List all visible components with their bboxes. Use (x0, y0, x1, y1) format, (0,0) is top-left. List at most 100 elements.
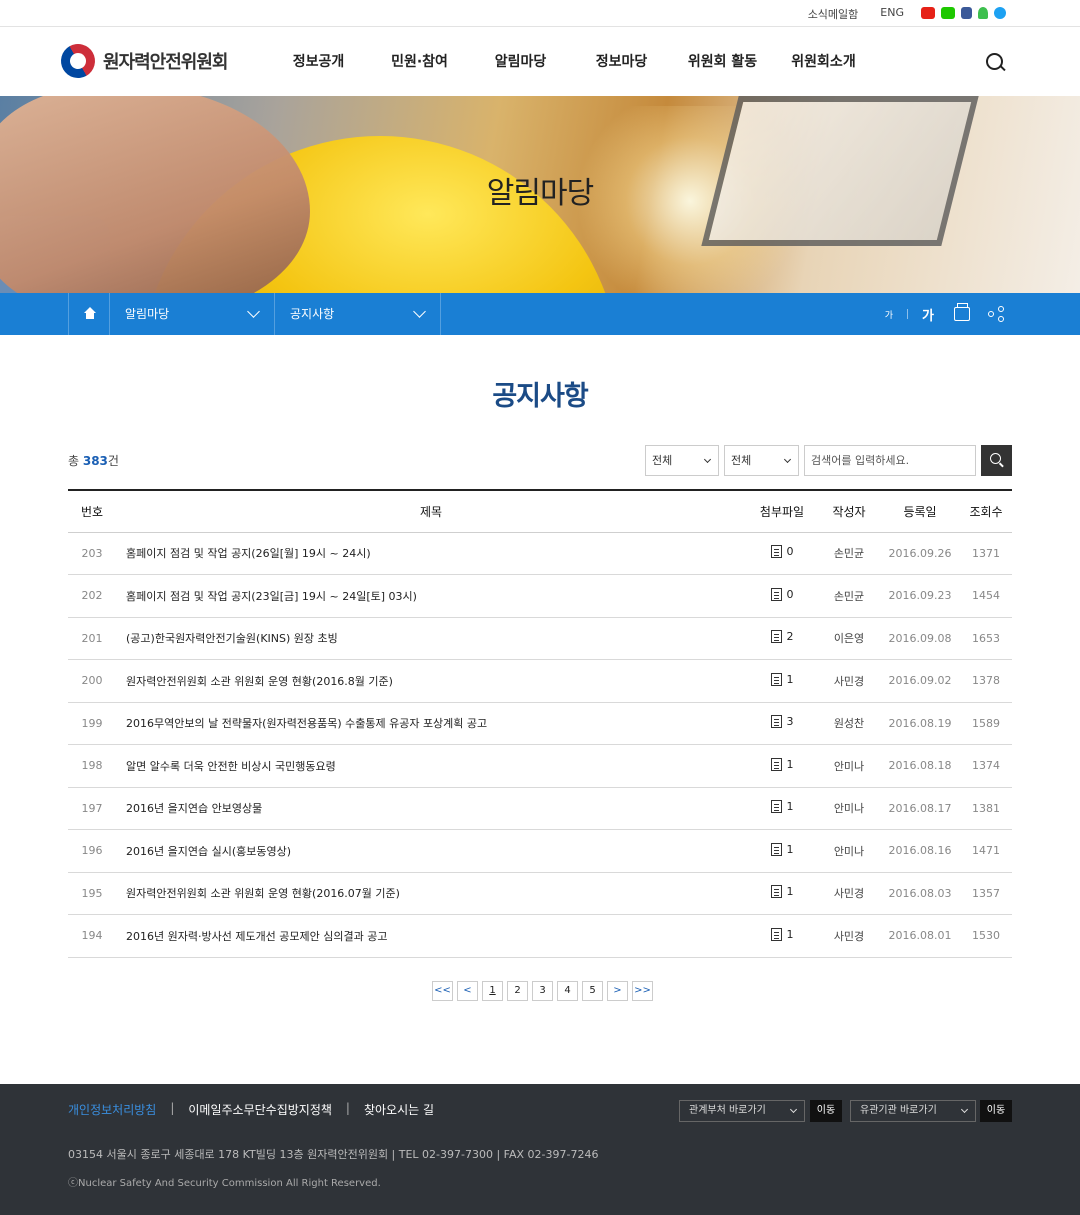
row-attachments[interactable]: 1 (746, 872, 818, 915)
row-title-link[interactable]: 홈페이지 점검 및 작업 공지(26일[월] 19시 ~ 24시) (116, 532, 746, 575)
page-button-3[interactable]: 3 (532, 981, 553, 1001)
table-row[interactable]: 196 2016년 을지연습 실시(홍보동영상) 1 안미나 2016.08.16 147… (68, 829, 1012, 873)
row-title-link[interactable]: 2016무역안보의 날 전략물자(원자력전용품목) 수출통제 유공자 포상계획 … (116, 702, 746, 745)
row-views: 1381 (960, 787, 1012, 830)
location-depth1-dropdown[interactable]: 알림마당 (110, 293, 275, 335)
row-attachments[interactable]: 1 (746, 829, 818, 873)
nav-item-civil-participation[interactable]: 민원·참여 (369, 51, 470, 71)
row-views: 1653 (960, 617, 1012, 660)
row-views: 1378 (960, 659, 1012, 703)
blog-icon[interactable] (941, 7, 955, 19)
table-row[interactable]: 201 (공고)한국원자력안전기술원(KINS) 원장 초빙 2 이은영 2016.09… (68, 617, 1012, 660)
row-attachments[interactable]: 3 (746, 702, 818, 745)
kakaostory-icon[interactable] (978, 7, 988, 19)
row-date: 2016.08.19 (880, 702, 960, 745)
table-row[interactable]: 197 2016년 을지연습 안보영상물 1 안미나 2016.08.17 1381 (68, 787, 1012, 830)
last-page-button[interactable]: >> (632, 981, 653, 1001)
row-attachments[interactable]: 1 (746, 744, 818, 788)
col-header-title: 제목 (116, 490, 746, 533)
row-title-link[interactable]: 2016년 원자력·방사선 제도개선 공모제안 심의결과 공고 (116, 914, 746, 958)
related-dept-go-button[interactable]: 이동 (810, 1100, 842, 1122)
search-icon[interactable] (985, 52, 1007, 74)
row-views: 1357 (960, 872, 1012, 915)
row-title-link[interactable]: 2016년 을지연습 안보영상물 (116, 787, 746, 830)
nav-item-about[interactable]: 위원회소개 (773, 51, 874, 71)
print-icon[interactable] (954, 303, 970, 321)
privacy-policy-link[interactable]: 개인정보처리방침 (68, 1101, 156, 1118)
site-header: 원자력안전위원회 정보공개 민원·참여 알림마당 정보마당 위원회 활동 위원회… (0, 28, 1080, 96)
related-dept-select[interactable]: 관계부처 바로가기 (679, 1100, 805, 1122)
row-attachments[interactable]: 0 (746, 532, 818, 575)
row-attachments[interactable]: 1 (746, 914, 818, 958)
font-size-down-button[interactable]: 가 (885, 308, 893, 321)
row-num: 200 (68, 659, 116, 703)
site-logo[interactable]: 원자력안전위원회 (54, 37, 228, 85)
divider (907, 309, 909, 319)
table-row[interactable]: 199 2016무역안보의 날 전략물자(원자력전용품목) 수출통제 유공자 포상… (68, 702, 1012, 745)
row-writer: 사민경 (818, 914, 880, 958)
page-tools: 가 가 (885, 293, 1004, 335)
row-writer: 사민경 (818, 659, 880, 703)
row-attachments[interactable]: 0 (746, 574, 818, 618)
row-attachments[interactable]: 1 (746, 787, 818, 830)
search-submit-button[interactable] (981, 445, 1012, 476)
hero-title: 알림마당 (486, 176, 594, 211)
nav-item-information[interactable]: 정보마당 (571, 51, 672, 71)
row-title-link[interactable]: 홈페이지 점검 및 작업 공지(23일[금] 19시 ~ 24일[토] 03시) (116, 574, 746, 618)
page-title: 공지사항 (492, 381, 588, 412)
page-button-1[interactable]: 1 (482, 981, 503, 1001)
logo-text: 원자력안전위원회 (103, 52, 228, 73)
youtube-icon[interactable] (921, 7, 935, 19)
page-button-4[interactable]: 4 (557, 981, 578, 1001)
newsletter-link[interactable]: 소식메일함 (808, 6, 859, 22)
page-button-2[interactable]: 2 (507, 981, 528, 1001)
row-date: 2016.08.17 (880, 787, 960, 830)
related-dept-value: 관계부처 바로가기 (689, 1105, 766, 1116)
next-page-button[interactable]: > (607, 981, 628, 1001)
table-row[interactable]: 203 홈페이지 점검 및 작업 공지(26일[월] 19시 ~ 24시) 0 손민균… (68, 532, 1012, 575)
table-row[interactable]: 200 원자력안전위원회 소관 위원회 운영 현황(2016.8월 기준) 1 사민경… (68, 659, 1012, 703)
table-row[interactable]: 195 원자력안전위원회 소관 위원회 운영 현황(2016.07월 기준) 1 사민… (68, 872, 1012, 915)
location-depth2-dropdown[interactable]: 공지사항 (275, 293, 441, 335)
location-bar: 알림마당 공지사항 가 가 (0, 293, 1080, 335)
nav-item-info-disclosure[interactable]: 정보공개 (268, 51, 369, 71)
prev-page-button[interactable]: < (457, 981, 478, 1001)
twitter-icon[interactable] (994, 7, 1006, 19)
row-title-link[interactable]: 원자력안전위원회 소관 위원회 운영 현황(2016.07월 기준) (116, 872, 746, 915)
directions-link[interactable]: 찾아오시는 길 (364, 1101, 434, 1118)
divider: | (345, 1101, 350, 1115)
row-file-count: 0 (786, 587, 794, 601)
row-title-link[interactable]: 원자력안전위원회 소관 위원회 운영 현황(2016.8월 기준) (116, 659, 746, 703)
table-row[interactable]: 194 2016년 원자력·방사선 제도개선 공모제안 심의결과 공고 1 사민경 20… (68, 914, 1012, 958)
document-icon (770, 885, 782, 899)
facebook-icon[interactable] (961, 7, 972, 19)
row-attachments[interactable]: 1 (746, 659, 818, 703)
home-icon[interactable] (68, 293, 110, 335)
row-writer: 손민균 (818, 574, 880, 618)
row-views: 1454 (960, 574, 1012, 618)
email-policy-link[interactable]: 이메일주소무단수집방지정책 (188, 1101, 332, 1118)
first-page-button[interactable]: << (432, 981, 453, 1001)
total-suffix: 건 (107, 454, 119, 468)
row-file-count: 1 (786, 927, 794, 941)
row-num: 194 (68, 914, 116, 958)
row-attachments[interactable]: 2 (746, 617, 818, 660)
nav-item-notice[interactable]: 알림마당 (470, 51, 571, 71)
document-icon (770, 587, 782, 601)
row-title-link[interactable]: (공고)한국원자력안전기술원(KINS) 원장 초빙 (116, 617, 746, 660)
row-title-link[interactable]: 알면 알수록 더욱 안전한 비상시 국민행동요령 (116, 744, 746, 788)
english-link[interactable]: ENG (880, 6, 904, 22)
page-button-5[interactable]: 5 (582, 981, 603, 1001)
search-field-select[interactable]: 전체 (724, 445, 799, 476)
search-input[interactable] (804, 445, 976, 476)
search-category-select[interactable]: 전체 (645, 445, 719, 476)
font-size-up-button[interactable]: 가 (922, 305, 934, 324)
related-org-select[interactable]: 유관기관 바로가기 (850, 1100, 976, 1122)
row-title-link[interactable]: 2016년 을지연습 실시(홍보동영상) (116, 829, 746, 873)
table-row[interactable]: 202 홈페이지 점검 및 작업 공지(23일[금] 19시 ~ 24일[토] 0… (68, 574, 1012, 618)
table-row[interactable]: 198 알면 알수록 더욱 안전한 비상시 국민행동요령 1 안미나 2016.08.1… (68, 744, 1012, 788)
nav-item-commission-activity[interactable]: 위원회 활동 (672, 51, 773, 71)
col-header-date: 등록일 (880, 490, 960, 533)
related-org-go-button[interactable]: 이동 (980, 1100, 1012, 1122)
share-icon[interactable] (988, 306, 1004, 322)
